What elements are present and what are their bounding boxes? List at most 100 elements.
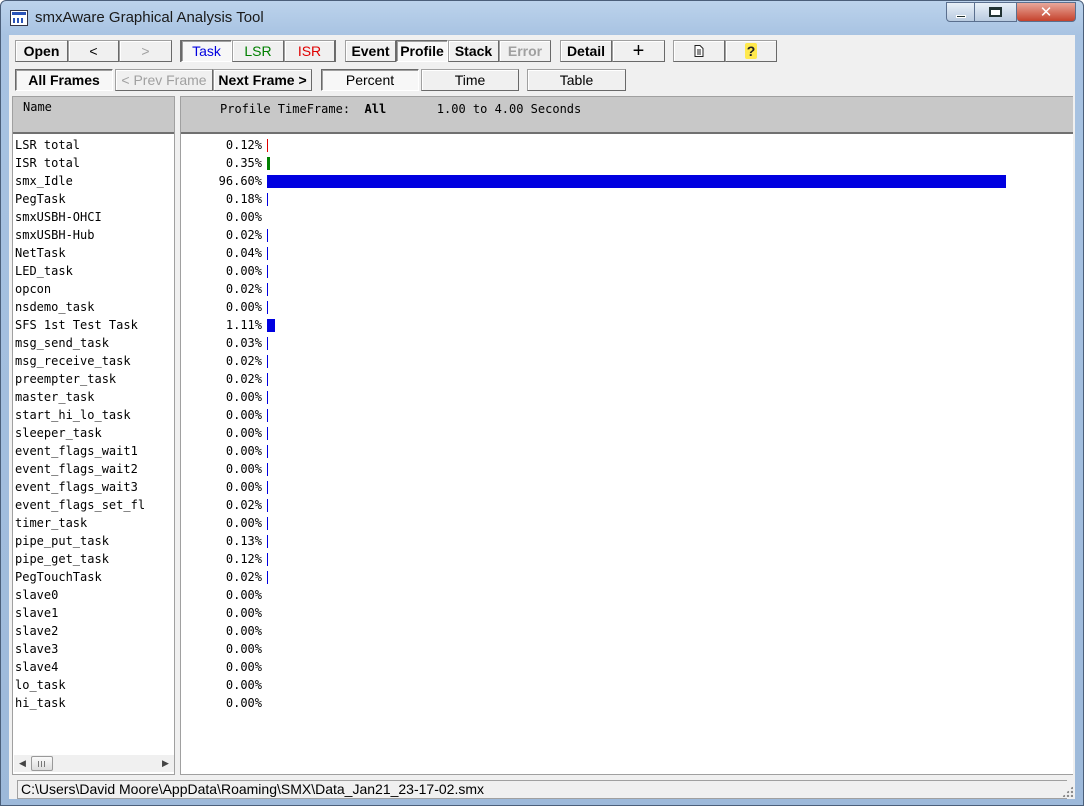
task-name-row[interactable]: sleeper_task: [13, 424, 174, 442]
task-name-row[interactable]: opcon: [13, 280, 174, 298]
profile-row[interactable]: 0.00%: [181, 676, 1073, 694]
profile-row[interactable]: 0.00%: [181, 694, 1073, 712]
profile-row[interactable]: 0.02%: [181, 280, 1073, 298]
profile-row[interactable]: 0.18%: [181, 190, 1073, 208]
app-icon[interactable]: [10, 10, 28, 26]
close-button[interactable]: ✕: [1017, 2, 1076, 22]
all-frames-button[interactable]: All Frames: [15, 69, 113, 91]
profile-row[interactable]: 0.00%: [181, 298, 1073, 316]
scroll-left-icon[interactable]: ◀: [14, 755, 31, 772]
task-name-row[interactable]: master_task: [13, 388, 174, 406]
task-name-row[interactable]: slave1: [13, 604, 174, 622]
isr-button[interactable]: ISR: [284, 40, 335, 62]
task-name-row[interactable]: preempter_task: [13, 370, 174, 388]
profile-row[interactable]: 0.00%: [181, 442, 1073, 460]
task-name-row[interactable]: slave4: [13, 658, 174, 676]
task-name-row[interactable]: smxUSBH-Hub: [13, 226, 174, 244]
minimize-button[interactable]: [946, 2, 975, 22]
task-name-row[interactable]: event_flags_wait2: [13, 460, 174, 478]
profile-row[interactable]: 0.00%: [181, 460, 1073, 478]
table-button[interactable]: Table: [527, 69, 626, 91]
profile-bar: [267, 139, 268, 152]
help-icon: ?: [744, 43, 758, 59]
profile-row[interactable]: 0.00%: [181, 424, 1073, 442]
profile-row[interactable]: 0.04%: [181, 244, 1073, 262]
profile-bar: [267, 445, 268, 458]
task-name-row[interactable]: smx_Idle: [13, 172, 174, 190]
task-name-row[interactable]: event_flags_wait1: [13, 442, 174, 460]
profile-row[interactable]: 0.00%: [181, 478, 1073, 496]
profile-row[interactable]: 0.03%: [181, 334, 1073, 352]
profile-row[interactable]: 0.00%: [181, 640, 1073, 658]
task-name-row[interactable]: PegTouchTask: [13, 568, 174, 586]
profile-row[interactable]: 0.00%: [181, 586, 1073, 604]
profile-row[interactable]: 0.00%: [181, 604, 1073, 622]
add-button[interactable]: +: [612, 40, 665, 62]
task-name-row[interactable]: slave3: [13, 640, 174, 658]
task-name-row[interactable]: start_hi_lo_task: [13, 406, 174, 424]
profile-row[interactable]: 0.02%: [181, 496, 1073, 514]
percent-button[interactable]: Percent: [321, 69, 419, 91]
horizontal-scrollbar[interactable]: ◀ ▶: [14, 755, 174, 772]
prev-frame-button[interactable]: < Prev Frame: [115, 69, 213, 91]
profile-row[interactable]: 0.02%: [181, 352, 1073, 370]
forward-button[interactable]: >: [119, 40, 172, 62]
detail-button[interactable]: Detail: [560, 40, 612, 62]
task-name-row[interactable]: lo_task: [13, 676, 174, 694]
task-name-row[interactable]: SFS 1st Test Task: [13, 316, 174, 334]
name-column-header[interactable]: Name: [13, 97, 174, 134]
profile-row[interactable]: 0.12%: [181, 550, 1073, 568]
task-name-row[interactable]: msg_receive_task: [13, 352, 174, 370]
task-name-row[interactable]: NetTask: [13, 244, 174, 262]
task-name-row[interactable]: slave0: [13, 586, 174, 604]
profile-row[interactable]: 0.02%: [181, 568, 1073, 586]
error-button[interactable]: Error: [499, 40, 551, 62]
task-name-row[interactable]: smxUSBH-OHCI: [13, 208, 174, 226]
task-name-row[interactable]: PegTask: [13, 190, 174, 208]
profile-row[interactable]: 0.00%: [181, 622, 1073, 640]
page-icon: [694, 45, 704, 57]
profile-row[interactable]: 96.60%: [181, 172, 1073, 190]
task-button[interactable]: Task: [181, 40, 232, 62]
task-name-row[interactable]: pipe_put_task: [13, 532, 174, 550]
task-name-row[interactable]: LED_task: [13, 262, 174, 280]
profile-row[interactable]: 0.00%: [181, 262, 1073, 280]
profile-row[interactable]: 0.00%: [181, 406, 1073, 424]
profile-row[interactable]: 0.12%: [181, 136, 1073, 154]
page-button[interactable]: [673, 40, 725, 62]
time-button[interactable]: Time: [421, 69, 519, 91]
task-name-row[interactable]: event_flags_set_fl: [13, 496, 174, 514]
profile-row[interactable]: 0.02%: [181, 226, 1073, 244]
next-frame-button[interactable]: Next Frame >: [213, 69, 312, 91]
profile-row[interactable]: 1.11%: [181, 316, 1073, 334]
profile-button[interactable]: Profile: [396, 40, 448, 62]
stack-button[interactable]: Stack: [448, 40, 499, 62]
profile-row[interactable]: 0.35%: [181, 154, 1073, 172]
profile-row[interactable]: 0.00%: [181, 388, 1073, 406]
event-button[interactable]: Event: [345, 40, 396, 62]
profile-row[interactable]: 0.00%: [181, 658, 1073, 676]
task-name-row[interactable]: hi_task: [13, 694, 174, 712]
open-button[interactable]: Open: [15, 40, 68, 62]
task-name-row[interactable]: msg_send_task: [13, 334, 174, 352]
task-name-row[interactable]: slave2: [13, 622, 174, 640]
scroll-thumb[interactable]: [31, 756, 53, 771]
title-bar[interactable]: smxAware Graphical Analysis Tool ✕: [1, 1, 1083, 35]
lsr-button[interactable]: LSR: [232, 40, 284, 62]
profile-view[interactable]: Profile TimeFrame: All 1.00 to 4.00 Seco…: [180, 96, 1073, 775]
task-name-row[interactable]: event_flags_wait3: [13, 478, 174, 496]
profile-row[interactable]: 0.00%: [181, 208, 1073, 226]
task-name-row[interactable]: LSR total: [13, 136, 174, 154]
task-name-row[interactable]: ISR total: [13, 154, 174, 172]
scroll-right-icon[interactable]: ▶: [157, 755, 174, 772]
maximize-button[interactable]: [975, 2, 1017, 22]
task-name-list[interactable]: Name LSR total ISR total smx_Idle PegTask sm…: [12, 96, 175, 775]
profile-row[interactable]: 0.00%: [181, 514, 1073, 532]
profile-row[interactable]: 0.02%: [181, 370, 1073, 388]
task-name-row[interactable]: pipe_get_task: [13, 550, 174, 568]
back-button[interactable]: <: [68, 40, 119, 62]
help-button[interactable]: ?: [725, 40, 777, 62]
task-name-row[interactable]: timer_task: [13, 514, 174, 532]
profile-row[interactable]: 0.13%: [181, 532, 1073, 550]
task-name-row[interactable]: nsdemo_task: [13, 298, 174, 316]
